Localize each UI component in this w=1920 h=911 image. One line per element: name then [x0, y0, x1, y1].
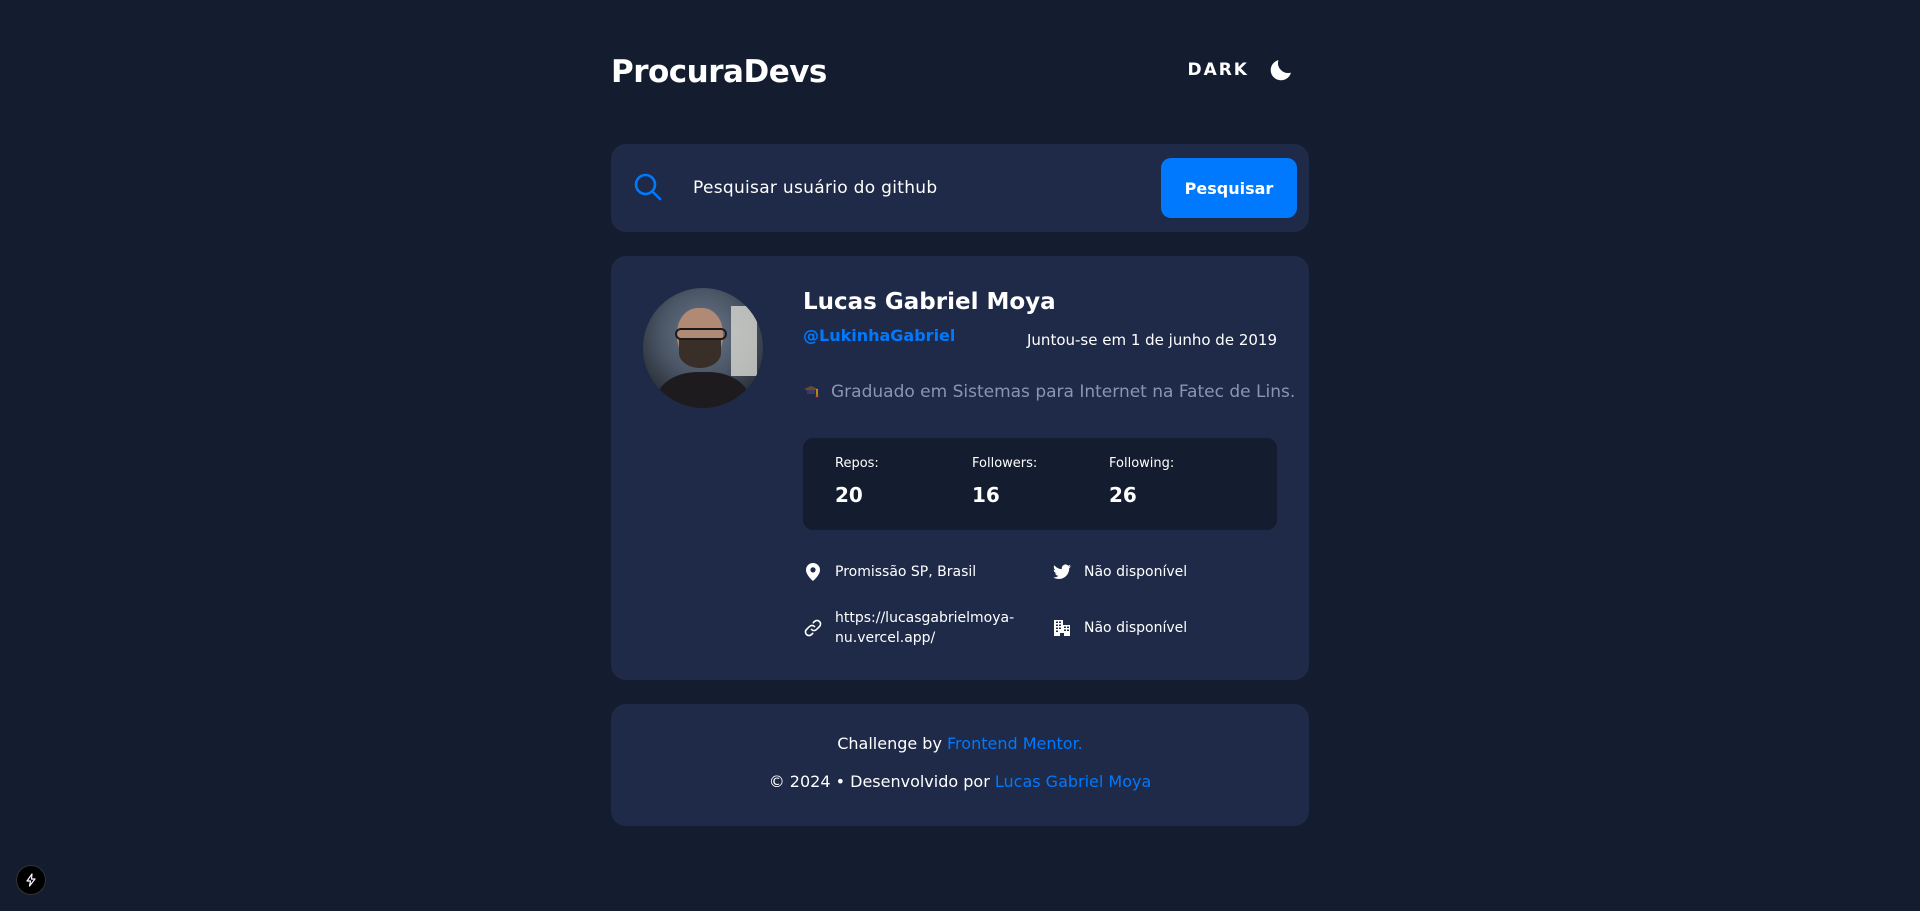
- footer-copyright-prefix: © 2024 • Desenvolvido por: [768, 772, 990, 791]
- footer-copyright-line: © 2024 • Desenvolvido por Lucas Gabriel …: [611, 772, 1309, 791]
- stat-repos-label: Repos:: [835, 456, 879, 471]
- company-building-icon: [1054, 620, 1070, 636]
- profile-card: Lucas Gabriel Moya @LukinhaGabriel Junto…: [611, 256, 1309, 680]
- stat-following-label: Following:: [1109, 456, 1175, 471]
- author-link[interactable]: Lucas Gabriel Moya: [995, 772, 1151, 791]
- theme-toggle-label: DARK: [1187, 60, 1249, 80]
- twitter-icon: [1053, 564, 1071, 580]
- lightning-icon: [26, 873, 36, 887]
- moon-icon: [1270, 60, 1291, 81]
- location-pin-icon: [806, 563, 820, 581]
- profile-bio: Graduado em Sistemas para Internet na Fa…: [803, 382, 1295, 402]
- blog-link[interactable]: https://lucasgabrielmoya-nu.vercel.app/: [835, 608, 1014, 648]
- join-date: Juntou-se em 1 de junho de 2019: [1027, 331, 1277, 349]
- company-text: Não disponível: [1084, 620, 1188, 636]
- link-icon: [804, 619, 822, 637]
- theme-toggle[interactable]: DARK: [1187, 56, 1295, 84]
- stat-followers: Followers: 16: [972, 456, 1037, 507]
- stat-repos-value: 20: [835, 483, 863, 507]
- stat-followers-label: Followers:: [972, 456, 1038, 471]
- twitter-text: Não disponível: [1084, 564, 1188, 580]
- profile-bio-text: Graduado em Sistemas para Internet na Fa…: [831, 382, 1296, 402]
- blog-info[interactable]: https://lucasgabrielmoya-nu.vercel.app/: [803, 608, 1014, 648]
- app-logo: ProcuraDevs: [611, 54, 827, 90]
- footer: Challenge by Frontend Mentor. © 2024 • D…: [611, 704, 1309, 826]
- avatar: [643, 288, 763, 408]
- search-button[interactable]: Pesquisar: [1161, 158, 1297, 218]
- profile-login-link[interactable]: @LukinhaGabriel: [803, 326, 955, 345]
- stat-followers-value: 16: [972, 483, 1000, 507]
- graduation-cap-icon: [804, 386, 819, 398]
- dev-tools-button[interactable]: [16, 865, 46, 895]
- search-input[interactable]: [693, 168, 1133, 208]
- stats-panel: Repos: 20 Followers: 16 Following: 26: [803, 438, 1277, 530]
- frontend-mentor-link[interactable]: Frontend Mentor.: [947, 734, 1083, 753]
- profile-name: Lucas Gabriel Moya: [803, 289, 1056, 315]
- search-icon: [634, 173, 662, 201]
- location-text: Promissão SP, Brasil: [835, 564, 977, 580]
- footer-challenge-prefix: Challenge by: [837, 734, 942, 753]
- stat-following: Following: 26: [1109, 456, 1174, 507]
- location-info: Promissão SP, Brasil: [803, 562, 976, 582]
- search-bar: Pesquisar: [611, 144, 1309, 232]
- header: ProcuraDevs DARK: [611, 50, 1309, 96]
- twitter-info: Não disponível: [1052, 562, 1187, 582]
- footer-challenge-line: Challenge by Frontend Mentor.: [611, 734, 1309, 753]
- stat-repos: Repos: 20: [835, 456, 879, 507]
- company-info: Não disponível: [1052, 618, 1187, 638]
- stat-following-value: 26: [1109, 483, 1137, 507]
